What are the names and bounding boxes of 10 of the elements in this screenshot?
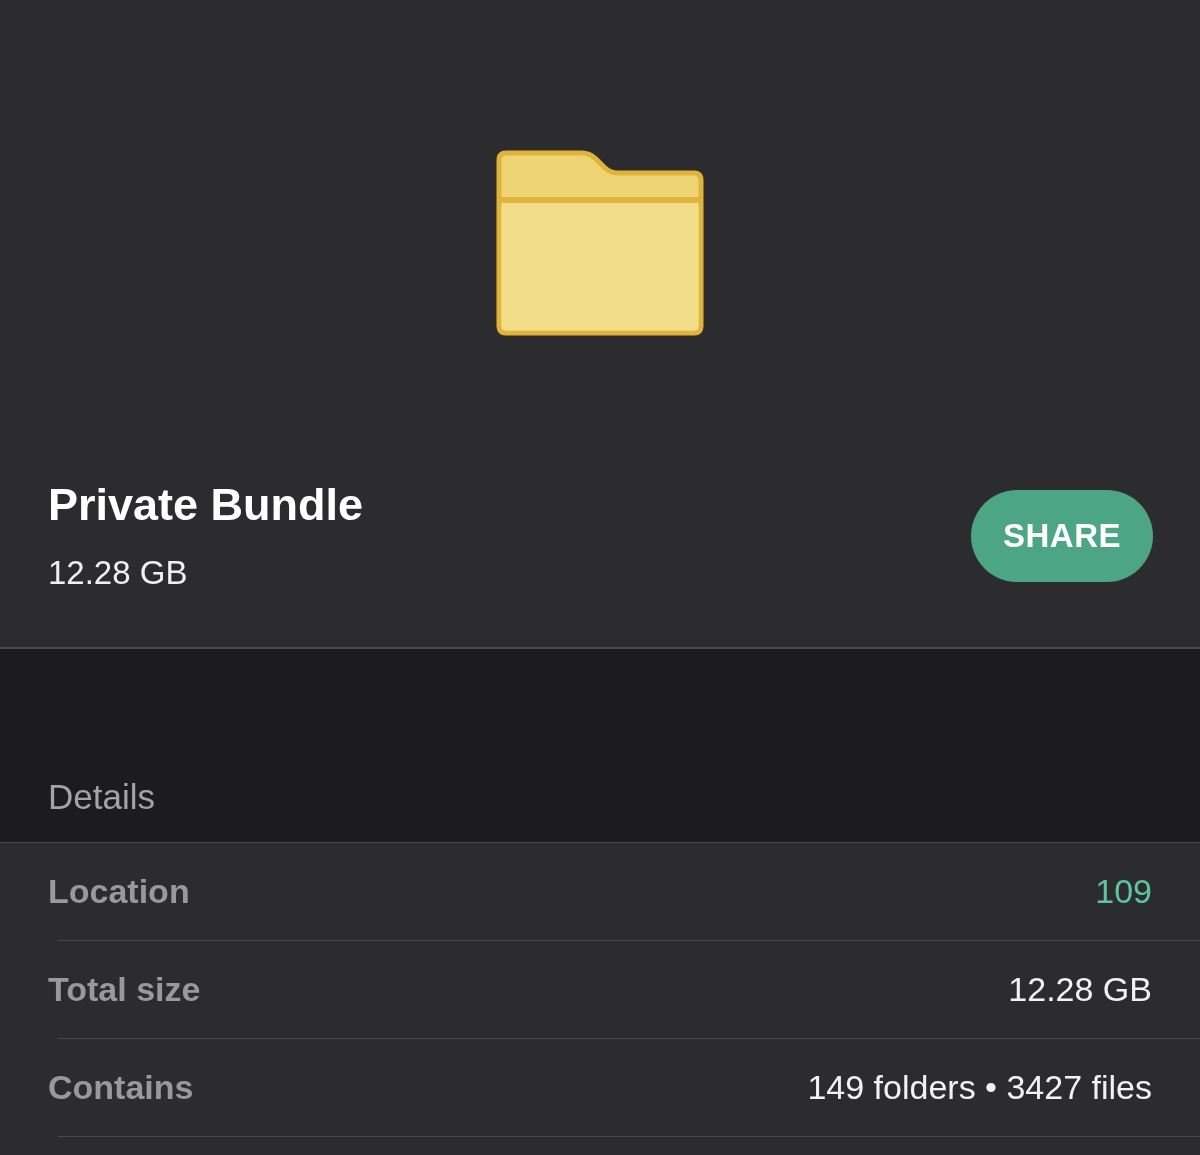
location-link[interactable]: 109: [1095, 872, 1152, 911]
folder-icon: [496, 150, 704, 336]
detail-value: 12.28 GB: [1008, 970, 1152, 1009]
detail-value: 149 folders • 3427 files: [807, 1068, 1152, 1107]
detail-label: Location: [48, 872, 190, 911]
folder-name: Private Bundle: [48, 478, 364, 532]
folder-size: 12.28 GB: [48, 553, 189, 593]
detail-label: Total size: [48, 970, 201, 1009]
section-heading: Details: [48, 776, 155, 818]
detail-label: Contains: [48, 1068, 194, 1107]
